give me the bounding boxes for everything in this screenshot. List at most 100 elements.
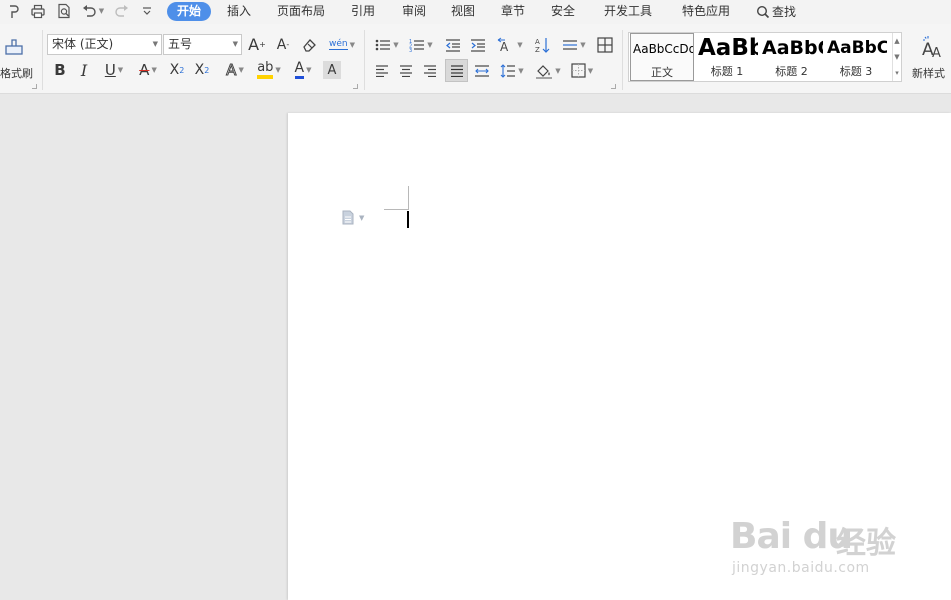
paragraph-group-launcher[interactable] (611, 84, 616, 89)
sort-icon: AZ (535, 37, 550, 53)
strikethrough-icon: A (139, 61, 150, 79)
tab-chapter[interactable]: 章节 (494, 2, 532, 21)
search-button[interactable]: 查找 (756, 2, 796, 21)
paint-brush-icon (5, 39, 23, 55)
align-right-button[interactable] (421, 60, 439, 81)
text-effects-button[interactable]: A ▼ (221, 59, 249, 81)
increase-indent-button[interactable] (468, 34, 488, 55)
chevron-up-icon[interactable]: ▲ (894, 37, 899, 45)
superscript-icon: X (169, 62, 180, 78)
style-name: 标题 2 (775, 65, 808, 78)
line-tools-icon (563, 39, 578, 50)
clear-format-button[interactable] (300, 35, 320, 55)
bullet-list-icon (375, 39, 391, 50)
ribbon-separator (42, 30, 43, 90)
underline-button[interactable]: U ▼ (100, 59, 128, 81)
font-color-button[interactable]: A ▼ (289, 59, 317, 81)
gallery-scrollbar[interactable]: ▲ ▼ ▾ (892, 33, 901, 81)
search-icon (756, 5, 770, 18)
underline-icon: U (104, 61, 116, 79)
highlight-button[interactable]: ab ▼ (254, 59, 284, 81)
menu-bar: ▼ 开始 插入 页面布局 引用 审阅 视图 章节 安全 开发工具 特色应用 查找 (0, 0, 951, 24)
watermark-logo: Bai du (730, 516, 853, 557)
change-case-button[interactable]: A ▼ (496, 34, 524, 55)
justify-button[interactable] (445, 59, 468, 82)
line-spacing-button[interactable]: ▼ (498, 60, 526, 81)
style-normal[interactable]: AaBbCcDd 正文 (630, 33, 694, 81)
font-size-value: 五号 (168, 37, 193, 51)
watermark-url: jingyan.baidu.com (732, 560, 870, 576)
tab-review[interactable]: 审阅 (395, 2, 433, 21)
print-icon[interactable] (28, 2, 48, 20)
text-effects-icon: A (226, 61, 237, 80)
style-sample: AaBbC (762, 37, 823, 59)
style-heading-1[interactable]: AaBb 标题 1 (696, 33, 758, 81)
font-family-select[interactable]: 宋体 (正文) ▼ (47, 34, 162, 55)
tab-references[interactable]: 引用 (344, 2, 382, 21)
align-center-button[interactable] (397, 60, 415, 81)
align-left-icon (376, 64, 388, 77)
sort-button[interactable]: AZ (533, 34, 553, 55)
print-preview-icon[interactable] (54, 2, 74, 20)
tab-security[interactable]: 安全 (544, 2, 582, 21)
bold-button[interactable]: B (51, 59, 69, 81)
styles-gallery: AaBbCcDd 正文 AaBb 标题 1 AaBbC 标题 2 AaBbCc … (628, 32, 902, 82)
phonetic-icon: wén (329, 39, 348, 50)
borders-button[interactable]: ▼ (568, 60, 596, 81)
superscript-button[interactable]: X2 (167, 59, 187, 81)
justify-icon (450, 64, 463, 77)
font-family-value: 宋体 (正文) (52, 37, 114, 51)
customize-icon[interactable] (138, 2, 156, 20)
decrease-indent-button[interactable] (443, 34, 463, 55)
undo-icon[interactable]: ▼ (80, 2, 106, 20)
line-tools-button[interactable]: ▼ (560, 34, 588, 55)
font-group-launcher[interactable] (353, 84, 358, 89)
tab-insert[interactable]: 插入 (220, 2, 258, 21)
paragraph-layout-button[interactable]: ▼ (341, 210, 364, 225)
expand-gallery-icon[interactable]: ▾ (895, 69, 899, 77)
svg-text:A: A (535, 38, 540, 46)
tab-developer[interactable]: 开发工具 (598, 2, 658, 21)
tab-start[interactable]: 开始 (167, 2, 211, 21)
shrink-font-button[interactable]: A- (273, 34, 293, 55)
highlighter-icon: ab (257, 61, 274, 79)
table-grid-button[interactable] (595, 34, 615, 55)
svg-text:A: A (500, 40, 509, 53)
paint-bucket-icon (536, 64, 553, 79)
format-painter-button[interactable] (2, 36, 26, 60)
tab-view[interactable]: 视图 (444, 2, 482, 21)
distributed-align-button[interactable] (472, 60, 492, 81)
shading-button[interactable]: ▼ (534, 60, 562, 81)
new-style-label: 新样式 (912, 67, 945, 80)
bullets-button[interactable]: ▼ (373, 34, 401, 55)
style-sample: AaBb (698, 35, 758, 61)
margin-corner-mark (384, 209, 409, 210)
font-size-select[interactable]: 五号 ▼ (163, 34, 242, 55)
outdent-icon (446, 38, 460, 52)
paragraph-layout-icon (342, 210, 354, 225)
numbering-button[interactable]: 1 2 3 ▼ (407, 34, 435, 55)
eraser-icon (303, 39, 316, 52)
tab-page-layout[interactable]: 页面布局 (272, 2, 330, 21)
strikethrough-button[interactable]: A ▼ (134, 59, 162, 81)
chevron-down-icon[interactable]: ▼ (894, 53, 899, 61)
style-heading-3[interactable]: AaBbCc 标题 3 (825, 33, 887, 81)
tab-features[interactable]: 特色应用 (676, 2, 736, 21)
chevron-down-icon: ▼ (232, 40, 238, 48)
align-left-button[interactable] (373, 60, 391, 81)
character-shading-button[interactable]: A (323, 61, 341, 79)
text-direction-icon: A (498, 37, 509, 53)
phonetic-guide-button[interactable]: wén ▼ (328, 34, 356, 55)
new-style-button[interactable]: AA (920, 34, 946, 60)
ribbon-separator (364, 30, 365, 90)
style-heading-2[interactable]: AaBbC 标题 2 (760, 33, 823, 81)
clipboard-group-launcher[interactable] (32, 84, 37, 89)
baidu-watermark: Bai du 经验 jingyan.baidu.com (728, 496, 918, 586)
align-right-icon (424, 64, 436, 77)
grow-font-button[interactable]: A + (247, 34, 267, 55)
line-spacing-icon (500, 63, 516, 78)
italic-button[interactable]: I (75, 59, 93, 81)
format-painter-icon[interactable] (4, 2, 22, 20)
redo-icon[interactable] (114, 2, 130, 20)
subscript-button[interactable]: X2 (192, 59, 212, 81)
